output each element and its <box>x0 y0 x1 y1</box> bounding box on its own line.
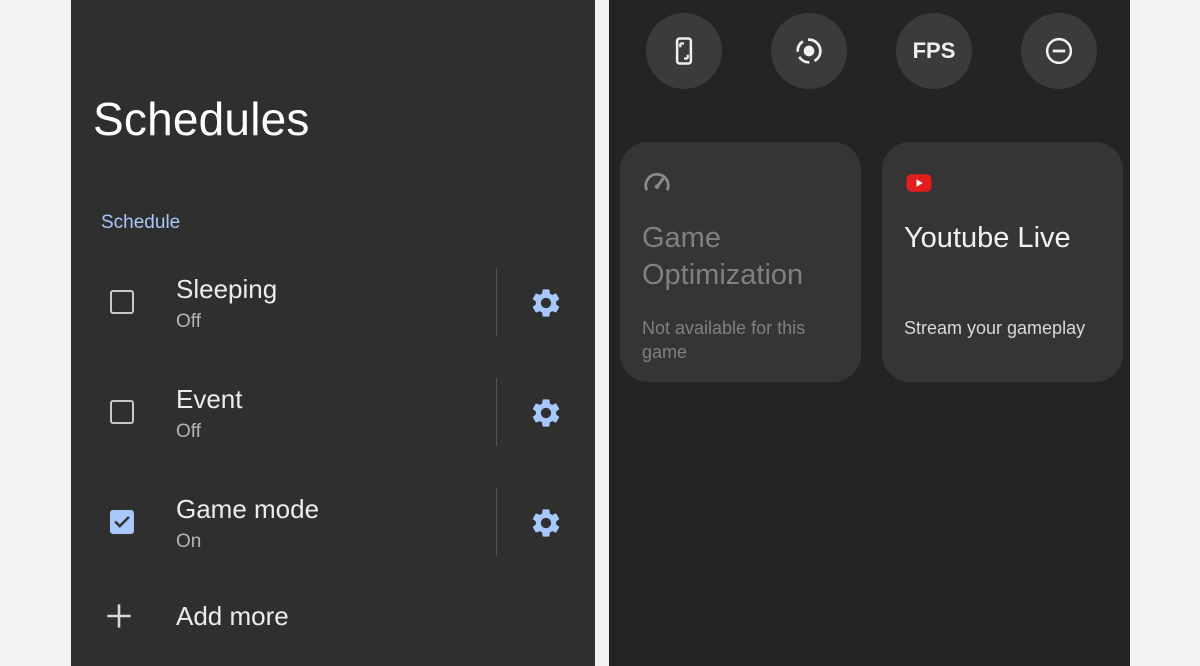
settings-gear-icon[interactable] <box>529 396 563 430</box>
add-more-button[interactable]: Add more <box>71 594 595 640</box>
plus-icon <box>107 604 131 628</box>
card-subtitle: Not available for this game <box>642 318 806 362</box>
page-title: Schedules <box>93 93 310 145</box>
game-optimization-card[interactable]: Game Optimization Not available for this… <box>620 142 861 382</box>
card-title: Youtube Live <box>904 222 1071 254</box>
fps-label: FPS <box>912 38 956 63</box>
screen-rotate-button[interactable] <box>646 13 722 89</box>
schedules-panel: Schedules Schedule Sleeping Off Event Of… <box>71 0 595 666</box>
youtube-live-card[interactable]: Youtube Live Stream your gameplay <box>882 142 1123 382</box>
row-divider <box>496 488 497 556</box>
schedule-name: Sleeping <box>176 274 278 304</box>
speedometer-icon <box>644 172 670 191</box>
schedule-name: Event <box>176 384 243 414</box>
fps-button[interactable]: FPS <box>896 13 972 89</box>
checkmark-icon <box>114 516 130 528</box>
do-not-disturb-icon <box>1045 37 1073 65</box>
sleeping-checkbox[interactable] <box>110 290 134 314</box>
schedule-status: Off <box>176 421 201 442</box>
schedule-status: Off <box>176 311 201 332</box>
schedule-row-event[interactable]: Event Off <box>71 378 595 448</box>
schedule-name: Game mode <box>176 494 320 524</box>
card-subtitle: Stream your gameplay <box>904 318 1086 338</box>
add-more-label: Add more <box>176 601 289 631</box>
row-divider <box>496 378 497 446</box>
do-not-disturb-button[interactable] <box>1021 13 1097 89</box>
settings-gear-icon[interactable] <box>529 286 563 320</box>
phone-rotate-icon <box>675 37 693 65</box>
event-checkbox[interactable] <box>110 400 134 424</box>
section-label: Schedule <box>101 212 181 233</box>
record-icon <box>796 38 822 64</box>
game-dashboard-panel: FPS Game Optimization Not available for … <box>609 0 1130 666</box>
game-mode-checkbox[interactable] <box>110 510 134 534</box>
row-divider <box>496 268 497 336</box>
settings-gear-icon[interactable] <box>529 506 563 540</box>
card-title: Game Optimization <box>642 222 804 291</box>
record-button[interactable] <box>771 13 847 89</box>
schedule-row-sleeping[interactable]: Sleeping Off <box>71 268 595 338</box>
schedule-row-game-mode[interactable]: Game mode On <box>71 488 595 558</box>
youtube-icon <box>906 174 932 192</box>
schedule-status: On <box>176 531 202 552</box>
